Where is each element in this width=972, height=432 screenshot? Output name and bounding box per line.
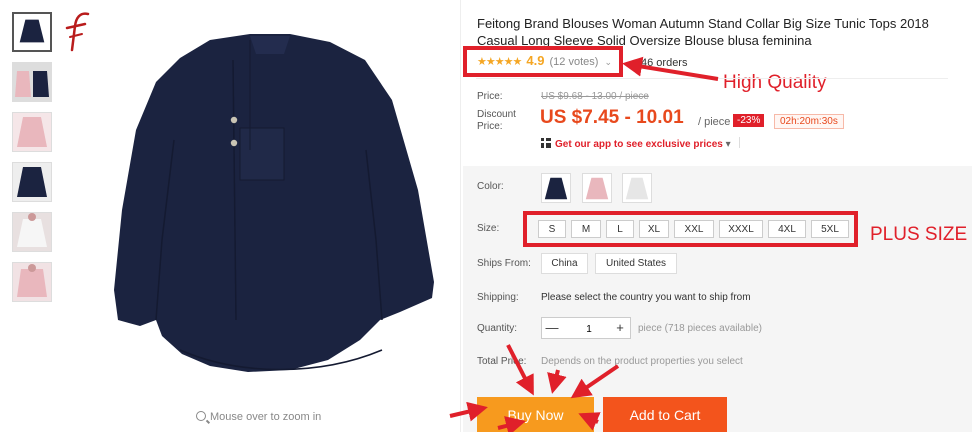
price-unit: / piece [698,116,731,128]
app-promo-text: Get our app to see exclusive prices [555,139,723,150]
app-promo-link[interactable]: Get our app to see exclusive prices ▾ [541,137,740,150]
shipping-label: Shipping: [477,292,519,303]
shipping-message: Please select the country you want to sh… [541,292,751,303]
buy-now-button[interactable]: Buy Now [477,397,594,432]
discount-price: US $7.45 - 10.01 [540,107,684,128]
quantity-label: Quantity: [477,323,518,334]
qr-code-icon [541,138,551,148]
orders-count: 46 orders [641,57,688,69]
promo-divider [738,137,740,148]
total-price-message: Depends on the product properties you se… [541,356,743,367]
quantity-stepper: — + [541,317,631,339]
total-price-label: Total Price: [477,356,527,367]
quantity-increase-button[interactable]: + [610,318,630,338]
product-title: Feitong Brand Blouses Woman Autumn Stand… [477,16,929,48]
zoom-hint: Mouse over to zoom in [196,411,321,423]
magnifier-icon [196,411,206,421]
add-to-cart-button[interactable]: Add to Cart [603,397,727,432]
zoom-hint-text: Mouse over to zoom in [210,411,322,423]
title-separator [476,78,948,79]
thumbnail-strip [12,12,54,312]
size-label: Size: [477,223,500,234]
quantity-input[interactable] [564,320,614,338]
discount-price-label-1: Discount [477,109,516,120]
discount-price-label-2: Price: [477,121,503,132]
thumbnail-2[interactable] [12,62,52,102]
thumbnail-1[interactable] [12,12,52,52]
quantity-decrease-button[interactable]: — [542,318,562,338]
annotation-plus-size: PLUS SIZE [870,224,968,245]
original-price: US $9.68 - 13.00 / piece [541,91,649,102]
annotation-high-quality: High Quality [723,72,827,93]
main-product-image[interactable] [100,20,440,380]
thumbnail-4[interactable] [12,162,52,202]
column-divider [460,0,461,432]
color-label: Color: [477,181,504,192]
ships-from-united-states[interactable]: United States [595,253,677,274]
price-label: Price: [477,91,503,102]
ships-from-label: Ships From: [477,258,531,269]
thumbnail-5[interactable] [12,212,52,252]
discount-badge: -23% [733,114,765,127]
highlight-box-rating [463,46,623,77]
color-option-white[interactable] [622,173,652,203]
countdown-timer: 02h:20m:30s [774,114,844,129]
color-option-navy[interactable] [541,173,571,203]
ships-from-china[interactable]: China [541,253,588,274]
color-option-pink[interactable] [582,173,612,203]
brand-logo [62,10,92,52]
thumbnail-3[interactable] [12,112,52,152]
highlight-box-sizes [523,211,858,247]
thumbnail-6[interactable] [12,262,52,302]
chevron-down-icon: ▾ [725,139,731,150]
quantity-availability: piece (718 pieces available) [638,323,762,334]
